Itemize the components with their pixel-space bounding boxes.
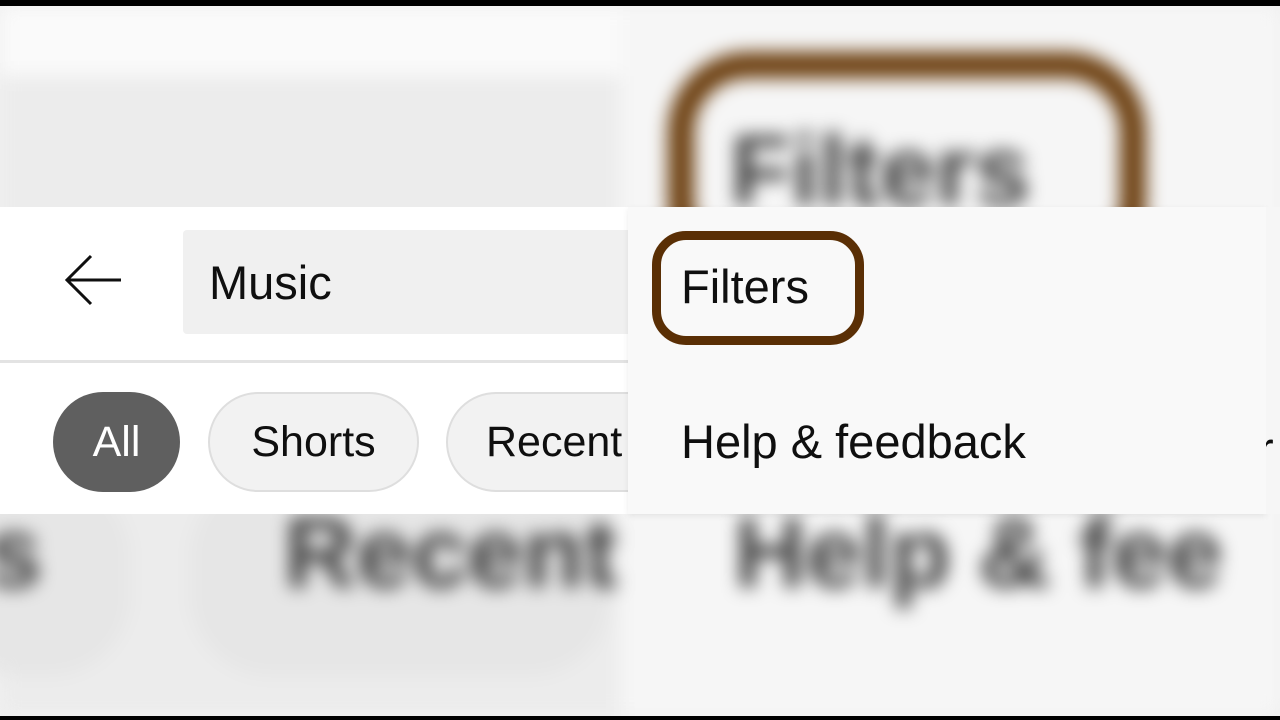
overflow-menu: Filters Help & feedback <box>628 207 1266 514</box>
menu-item-filters[interactable]: Filters <box>628 236 1266 336</box>
right-edge-strip: r <box>1266 207 1280 514</box>
menu-item-filters-label: Filters <box>681 259 809 313</box>
header-divider <box>0 360 628 363</box>
background-left-top <box>0 6 620 76</box>
search-header-panel: Music All Shorts Recent <box>0 207 706 514</box>
arrow-left-icon <box>64 254 121 306</box>
chip-all[interactable]: All <box>53 392 180 492</box>
chip-shorts[interactable]: Shorts <box>208 392 419 492</box>
back-button[interactable] <box>50 243 136 317</box>
search-input[interactable]: Music <box>183 230 628 334</box>
search-query-text: Music <box>209 255 332 309</box>
video-frame: Filters s Recent Help & fee Music All Sh… <box>0 6 1280 716</box>
menu-item-help-feedback-label: Help & feedback <box>681 414 1026 468</box>
menu-item-help-feedback[interactable]: Help & feedback <box>628 391 1266 491</box>
